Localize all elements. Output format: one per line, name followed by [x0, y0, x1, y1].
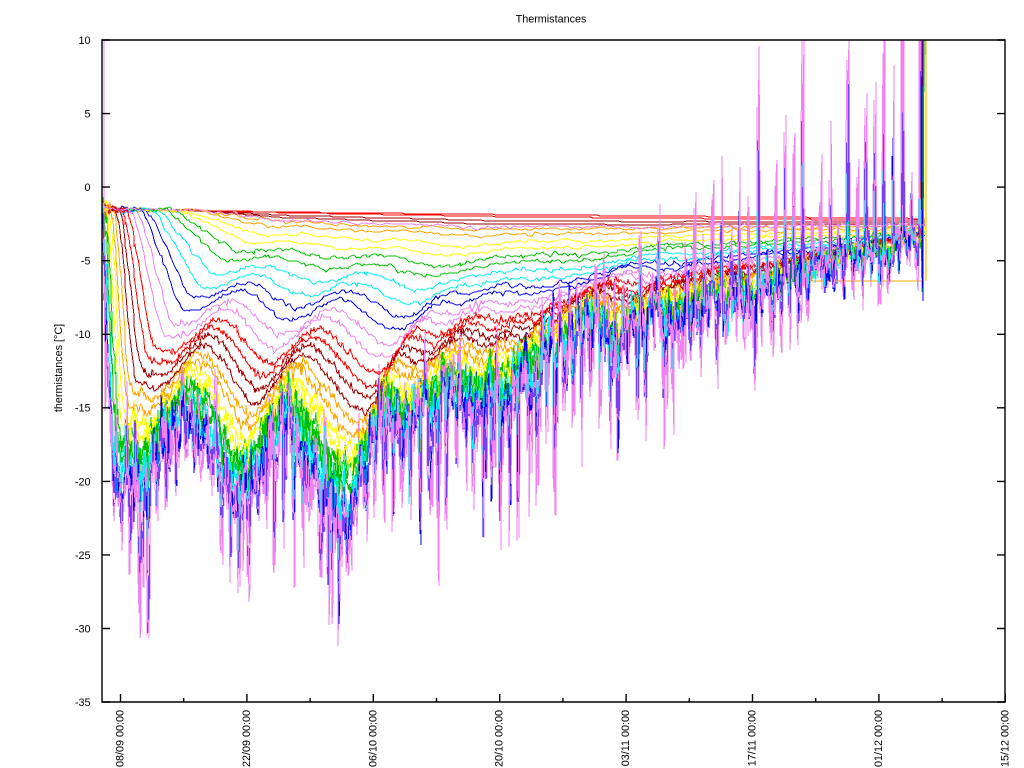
- svg-text:-20: -20: [75, 476, 91, 488]
- svg-text:-5: -5: [81, 256, 91, 268]
- svg-text:22/09 00:00: 22/09 00:00: [241, 710, 253, 767]
- svg-text:-30: -30: [75, 623, 91, 635]
- svg-text:06/10 00:00: 06/10 00:00: [367, 710, 379, 767]
- svg-text:03/11 00:00: 03/11 00:00: [620, 710, 632, 766]
- svg-text:01/12 00:00: 01/12 00:00: [873, 710, 885, 767]
- svg-text:15/12 00:00: 15/12 00:00: [999, 710, 1011, 767]
- svg-text:Thermistances: Thermistances: [516, 14, 587, 26]
- svg-text:-35: -35: [75, 697, 91, 709]
- svg-text:08/09 00:00: 08/09 00:00: [115, 710, 127, 767]
- svg-text:thermistances [°C]: thermistances [°C]: [53, 324, 65, 412]
- svg-text:5: 5: [84, 109, 90, 121]
- svg-text:17/11 00:00: 17/11 00:00: [747, 710, 759, 766]
- svg-text:10: 10: [78, 35, 90, 47]
- svg-text:-25: -25: [75, 550, 91, 562]
- svg-text:-10: -10: [75, 329, 91, 341]
- svg-text:20/10 00:00: 20/10 00:00: [494, 710, 506, 767]
- svg-text:0: 0: [84, 182, 90, 194]
- svg-text:-15: -15: [75, 403, 91, 415]
